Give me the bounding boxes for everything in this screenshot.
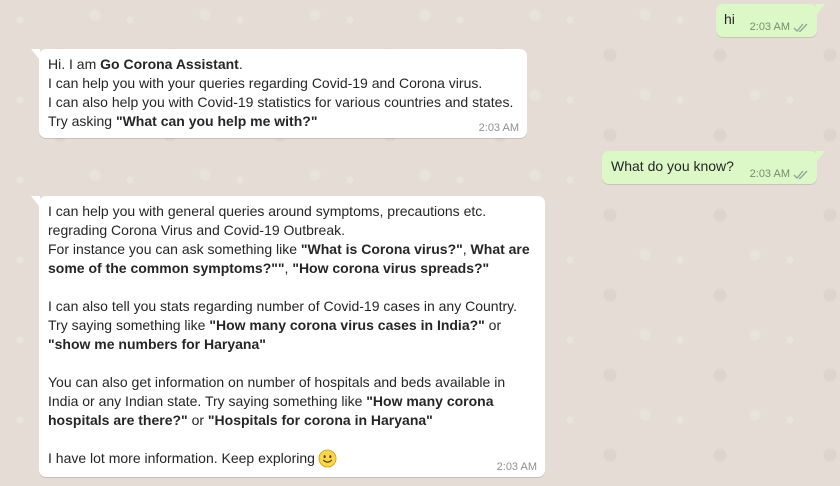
message-line: For instance you can ask something like … [48, 241, 530, 257]
message-line: Try saying something like "How many coro… [48, 317, 502, 333]
message-text: What do you know? [611, 158, 734, 174]
outgoing-message[interactable]: What do you know? 2:03 AM [602, 151, 825, 184]
message-time: 2:03 AM [749, 21, 790, 33]
message-line: Hi. I am Go Corona Assistant. [48, 56, 243, 72]
outgoing-message[interactable]: hi 2:03 AM [716, 4, 825, 37]
double-check-icon [793, 170, 808, 179]
bubble-tail [31, 196, 40, 207]
message-line: I can help you with your queries regardi… [48, 75, 483, 91]
message-line: India or any Indian state. Try saying so… [48, 393, 494, 409]
bubble-tail [816, 4, 825, 15]
message-text: hi [724, 11, 735, 27]
double-check-icon [793, 23, 808, 32]
message-meta: 2:03 AM [750, 167, 809, 181]
bubble-tail [31, 49, 40, 60]
bubble-tail [816, 151, 825, 162]
message-time: 2:03 AM [749, 168, 790, 180]
message-line: I can also help you with Covid-19 statis… [48, 94, 514, 110]
incoming-message[interactable]: I can help you with general queries arou… [31, 196, 545, 477]
message-line: regrading Corona Virus and Covid-19 Outb… [48, 222, 346, 238]
incoming-message[interactable]: Hi. I am Go Corona Assistant. I can help… [31, 49, 527, 138]
message-line: I can help you with general queries arou… [48, 203, 487, 219]
message-line: I have lot more information. Keep explor… [48, 449, 536, 468]
message-line: I can also tell you stats regarding numb… [48, 298, 517, 314]
message-meta: 2:03 AM [750, 20, 809, 34]
message-line: "show me numbers for Haryana" [48, 336, 266, 352]
message-line: You can also get information on number o… [48, 374, 506, 390]
message-time: 2:03 AM [496, 461, 537, 473]
message-line: hospitals are there?" or "Hospitals for … [48, 412, 433, 428]
smiling-face-icon [318, 449, 337, 468]
message-time: 2:03 AM [478, 122, 519, 134]
message-line: some of the common symptoms?"", "How cor… [48, 260, 490, 276]
message-line: Try asking "What can you help me with?" [48, 113, 318, 129]
